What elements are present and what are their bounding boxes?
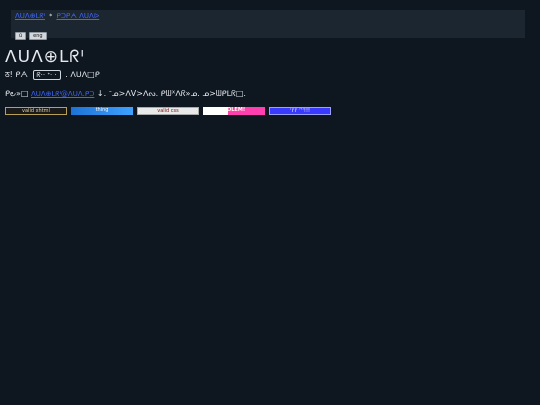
code-snippet: ᖇ·· ᐩ· · — [32, 70, 61, 80]
email-link[interactable]: ᐱᑌᐱ⊕ᒪᖇᑊ@ᐱᑌᐱ.ᑭᑐ — [31, 90, 94, 98]
intro-line: ठ! ᑭᗅ ᖇ·· ᐩ· · . ᐱᑌᐱ□ᑭ — [5, 70, 100, 80]
top-links: Ʌᑌᐱ⊕ᒪᖇᑊ * ᑭᑐᑭᗅ ᐱᑌᐱᐅ — [15, 12, 521, 22]
language-buttons: ū eng — [15, 32, 521, 40]
home-link[interactable]: Ʌᑌᐱ⊕ᒪᖇᑊ — [15, 12, 45, 20]
page-title: ᐱᑌᐱ⊕ᒪᖇᑊ — [5, 47, 85, 67]
xhtml-badge-icon[interactable]: valid xhtml — [5, 107, 67, 115]
intro-suffix: . ᐱᑌᐱ□ᑭ — [65, 70, 100, 79]
css-badge-icon[interactable]: valid css — [137, 107, 199, 115]
contact-suffix: ↓. ᐨᓄ>ᐱV>ᐱᔓ. ᑭᗯᕽᐱᖇ»ᓄ. ᓄ>ᗯᑭᒪᖇ□. — [96, 89, 246, 98]
contact-line: ᑭ౿»□ ᐱᑌᐱ⊕ᒪᖇᑊ@ᐱᑌᐱ.ᑭᑐ ↓. ᐨᓄ>ᐱV>ᐱᔓ. ᑭᗯᕽᐱᖇ»ᓄ… — [5, 89, 246, 99]
golem-badge-icon[interactable]: GOLEM! — [203, 107, 265, 115]
link-separator: * — [49, 13, 53, 20]
english-language-button[interactable]: eng — [29, 32, 47, 40]
badge-row: valid xhtml thing valid css GOLEM! ʻiʻiʻ… — [5, 107, 331, 115]
top-navigation-bar: Ʌᑌᐱ⊕ᒪᖇᑊ * ᑭᑐᑭᗅ ᐱᑌᐱᐅ ū eng — [11, 10, 525, 40]
contact-prefix: ᑭ౿»□ — [5, 89, 29, 98]
intro-prefix: ठ! ᑭᗅ — [5, 70, 28, 79]
secondary-link[interactable]: ᑭᑐᑭᗅ ᐱᑌᐱᐅ — [56, 12, 99, 20]
extra-badge-icon[interactable]: ʻiʻiʻ ʼʼʻ!!! — [269, 107, 331, 115]
thing-badge-icon[interactable]: thing — [71, 107, 133, 115]
script-toggle-button[interactable]: ū — [15, 32, 27, 40]
